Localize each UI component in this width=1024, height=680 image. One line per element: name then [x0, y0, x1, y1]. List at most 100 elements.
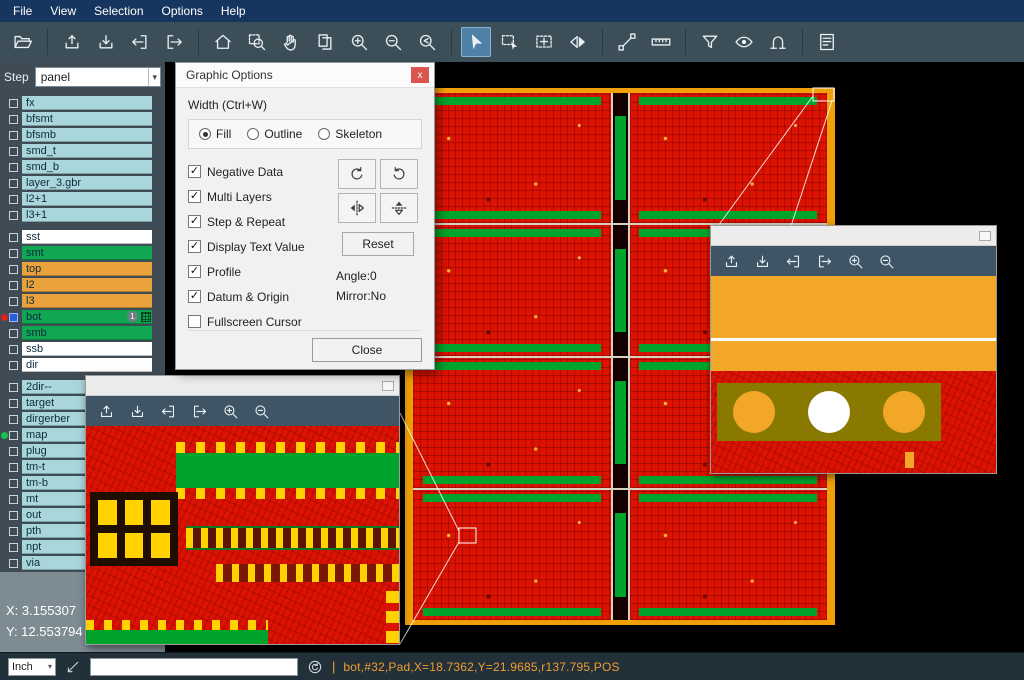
layer-checkbox-l3[interactable]: [9, 297, 18, 306]
checkbox-row[interactable]: ✓Datum & Origin: [188, 284, 334, 309]
checkbox-checked-icon[interactable]: ✓: [188, 190, 201, 203]
layer-bar-bot[interactable]: bot1: [22, 310, 152, 324]
layer-row-bfsmb[interactable]: bfsmb: [0, 127, 165, 143]
checkbox-row[interactable]: ✓Step & Repeat: [188, 209, 334, 234]
layer-bar-sst[interactable]: sst: [22, 230, 152, 244]
filter-funnel-button[interactable]: [695, 27, 725, 57]
layer-checkbox-tm-b[interactable]: [9, 479, 18, 488]
layer-row-top[interactable]: top: [0, 261, 165, 277]
layer-checkbox-ssb[interactable]: [9, 345, 18, 354]
mirror-v-button[interactable]: [380, 193, 418, 223]
layer-bar-smb[interactable]: smb: [22, 326, 152, 340]
checkbox-checked-icon[interactable]: ✓: [188, 165, 201, 178]
graphic-options-dialog[interactable]: Graphic Options x Width (Ctrl+W) FillOut…: [175, 62, 435, 370]
roll-right-button[interactable]: [187, 399, 211, 423]
menu-item-options[interactable]: Options: [153, 0, 212, 22]
zoom-in-button[interactable]: [344, 27, 374, 57]
import-down-button[interactable]: [125, 399, 149, 423]
checkbox-row[interactable]: ✓Multi Layers: [188, 184, 334, 209]
layer-row-l3[interactable]: l3: [0, 293, 165, 309]
menu-item-view[interactable]: View: [41, 0, 85, 22]
layer-checkbox-layer_3.gbr[interactable]: [9, 179, 18, 188]
layer-checkbox-via[interactable]: [9, 559, 18, 568]
select-reference-button[interactable]: [529, 27, 559, 57]
layer-checkbox-l2+1[interactable]: [9, 195, 18, 204]
layer-checkbox-smd_b[interactable]: [9, 163, 18, 172]
magnified-pcb-view[interactable]: [711, 276, 996, 473]
layer-bar-l2+1[interactable]: l2+1: [22, 192, 152, 206]
command-input[interactable]: [90, 658, 298, 676]
report-list-button[interactable]: [812, 27, 842, 57]
layer-bar-l3+1[interactable]: l3+1: [22, 208, 152, 222]
layer-checkbox-tm-t[interactable]: [9, 463, 18, 472]
layer-checkbox-out[interactable]: [9, 511, 18, 520]
magnifier-titlebar[interactable]: [86, 376, 399, 396]
layer-row-bfsmt[interactable]: bfsmt: [0, 111, 165, 127]
layer-row-l3+1[interactable]: l3+1: [0, 207, 165, 223]
close-button[interactable]: Close: [312, 338, 422, 362]
checkbox-unchecked-icon[interactable]: [188, 315, 201, 328]
menu-item-selection[interactable]: Selection: [85, 0, 152, 22]
zoom-previous-button[interactable]: [412, 27, 442, 57]
layer-checkbox-bot[interactable]: [9, 313, 18, 322]
layer-checkbox-mt[interactable]: [9, 495, 18, 504]
layer-row-l2+1[interactable]: l2+1: [0, 191, 165, 207]
zoom-out-button[interactable]: [249, 399, 273, 423]
layer-checkbox-bfsmt[interactable]: [9, 115, 18, 124]
layer-checkbox-top[interactable]: [9, 265, 18, 274]
checkbox-row[interactable]: ✓Negative Data: [188, 159, 334, 184]
layer-row-bot[interactable]: bot1: [0, 309, 165, 325]
magnified-pcb-view[interactable]: [86, 426, 399, 644]
pan-hand-button[interactable]: [276, 27, 306, 57]
home-button[interactable]: [208, 27, 238, 57]
layer-checkbox-smd_t[interactable]: [9, 147, 18, 156]
layer-checkbox-fx[interactable]: [9, 99, 18, 108]
zoom-window-button[interactable]: [242, 27, 272, 57]
layer-checkbox-2dir--[interactable]: [9, 383, 18, 392]
layer-row-fx[interactable]: fx: [0, 95, 165, 111]
layer-checkbox-dir[interactable]: [9, 361, 18, 370]
import-up-button[interactable]: [94, 399, 118, 423]
layer-checkbox-npt[interactable]: [9, 543, 18, 552]
roll-left-button[interactable]: [156, 399, 180, 423]
select-frame-button[interactable]: [495, 27, 525, 57]
step-selector[interactable]: panel ▾: [35, 67, 161, 87]
checkbox-checked-icon[interactable]: ✓: [188, 290, 201, 303]
magnifier-titlebar[interactable]: [711, 226, 996, 246]
roll-right-button[interactable]: [159, 27, 189, 57]
layer-checkbox-dirgerber[interactable]: [9, 415, 18, 424]
layer-bar-smd_b[interactable]: smd_b: [22, 160, 152, 174]
layer-checkbox-sst[interactable]: [9, 233, 18, 242]
zoom-out-button[interactable]: [874, 249, 898, 273]
zoom-in-button[interactable]: [218, 399, 242, 423]
radio-outline[interactable]: Outline: [247, 127, 302, 141]
layer-row-ssb[interactable]: ssb: [0, 341, 165, 357]
rotate-ccw-button[interactable]: [380, 159, 418, 189]
layer-checkbox-plug[interactable]: [9, 447, 18, 456]
layer-checkbox-pth[interactable]: [9, 527, 18, 536]
rotate-cw-button[interactable]: [338, 159, 376, 189]
mirror-h-button[interactable]: [338, 193, 376, 223]
layer-row-smt[interactable]: smt: [0, 245, 165, 261]
layer-bar-bfsmb[interactable]: bfsmb: [22, 128, 152, 142]
dialog-titlebar[interactable]: Graphic Options x: [176, 63, 434, 88]
select-pointer-button[interactable]: [461, 27, 491, 57]
unit-selector[interactable]: Inch ▾: [8, 658, 56, 676]
layer-bar-layer_3.gbr[interactable]: layer_3.gbr: [22, 176, 152, 190]
checkbox-checked-icon[interactable]: ✓: [188, 215, 201, 228]
window-button-icon[interactable]: [979, 231, 991, 241]
roll-left-button[interactable]: [781, 249, 805, 273]
layer-checkbox-l3+1[interactable]: [9, 211, 18, 220]
refresh-icon[interactable]: [306, 658, 324, 676]
layer-bar-dir[interactable]: dir: [22, 358, 152, 372]
layer-checkbox-l2[interactable]: [9, 281, 18, 290]
layer-bar-smt[interactable]: smt: [22, 246, 152, 260]
snap-corner-icon[interactable]: [64, 658, 82, 676]
roll-right-button[interactable]: [812, 249, 836, 273]
zoom-out-button[interactable]: [378, 27, 408, 57]
layer-row-sst[interactable]: sst: [0, 229, 165, 245]
import-up-button[interactable]: [719, 249, 743, 273]
layer-row-smd_t[interactable]: smd_t: [0, 143, 165, 159]
checkbox-checked-icon[interactable]: ✓: [188, 240, 201, 253]
layer-row-smd_b[interactable]: smd_b: [0, 159, 165, 175]
